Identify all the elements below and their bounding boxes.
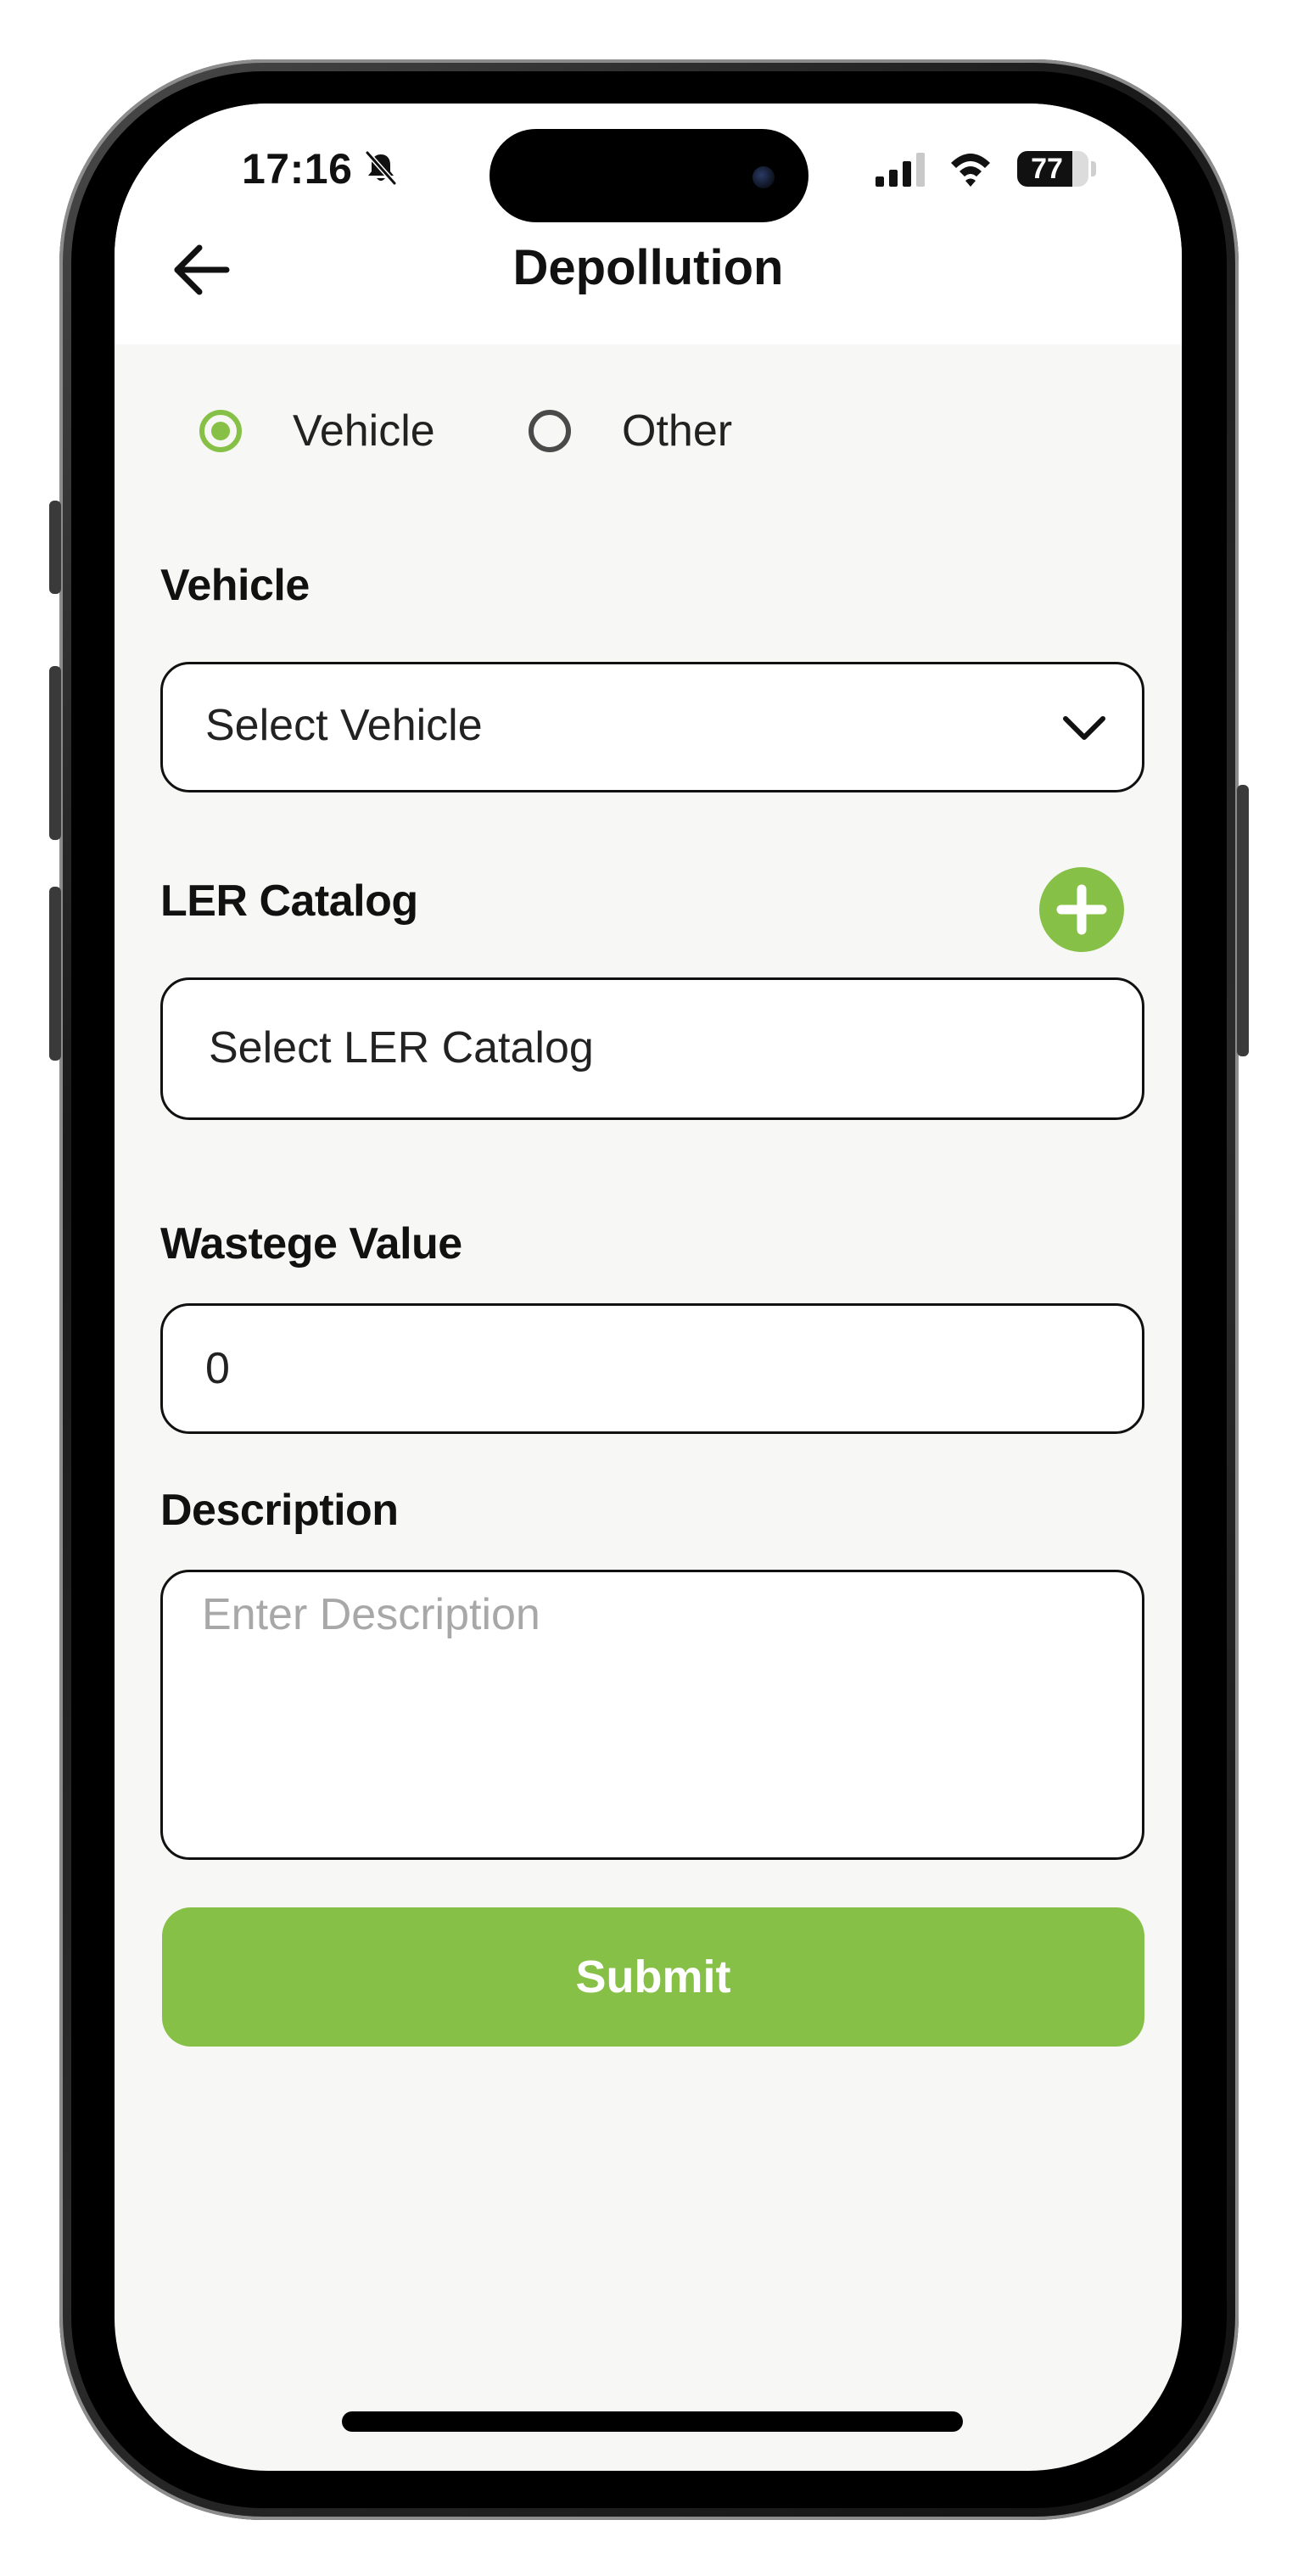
front-camera (753, 166, 775, 188)
description-placeholder: Enter Description (202, 1590, 540, 1639)
battery-percent: 77 (1031, 153, 1063, 185)
add-ler-catalog-button[interactable] (1039, 867, 1124, 952)
radio-label-other: Other (622, 406, 733, 456)
description-textarea[interactable]: Enter Description (160, 1570, 1144, 1860)
home-indicator[interactable] (342, 2411, 963, 2432)
bell-slash-icon (365, 150, 397, 186)
vehicle-select[interactable]: Select Vehicle (160, 662, 1144, 792)
wastage-value-text: 0 (205, 1344, 230, 1393)
submit-button[interactable]: Submit (162, 1907, 1144, 2047)
wastage-value-label: Wastege Value (160, 1219, 462, 1268)
battery-indicator: 77 (1017, 151, 1088, 187)
description-label: Description (160, 1486, 399, 1535)
radio-option-vehicle[interactable]: Vehicle (199, 389, 435, 473)
mute-switch (49, 501, 61, 594)
radio-label-vehicle: Vehicle (293, 406, 435, 456)
vehicle-label: Vehicle (160, 561, 310, 610)
battery-tip (1091, 161, 1096, 176)
vehicle-select-value: Select Vehicle (205, 701, 483, 750)
status-time: 17:16 (242, 145, 353, 193)
ler-catalog-select[interactable]: Select LER Catalog (160, 977, 1144, 1120)
radio-selected-icon[interactable] (199, 410, 242, 452)
ler-catalog-select-value: Select LER Catalog (209, 1023, 594, 1072)
wifi-icon (951, 154, 990, 187)
radio-option-other[interactable]: Other (529, 389, 732, 473)
page-title: Depollution (512, 240, 784, 295)
wastage-value-input[interactable]: 0 (160, 1303, 1144, 1434)
volume-up-button (49, 666, 61, 840)
cellular-signal-icon (876, 153, 925, 187)
volume-down-button (49, 887, 61, 1061)
plus-icon (1056, 884, 1107, 935)
radio-unselected-icon[interactable] (529, 410, 571, 452)
app-screen: 17:16 77 Depollution Vehicle Other Vehic… (115, 104, 1182, 2471)
chevron-down-icon (1063, 716, 1105, 740)
ler-catalog-label: LER Catalog (160, 876, 418, 926)
power-button (1237, 785, 1249, 1056)
